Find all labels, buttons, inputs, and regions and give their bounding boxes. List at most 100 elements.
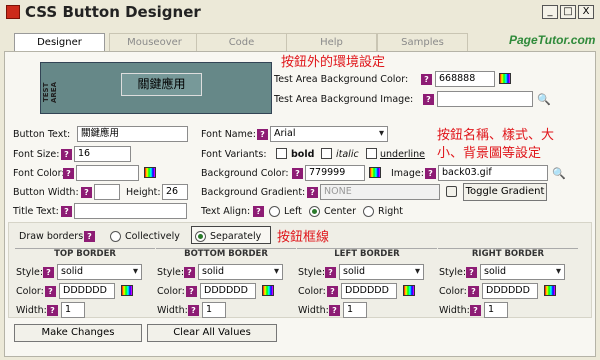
color-picker-icon[interactable]	[499, 73, 511, 84]
button-text-input[interactable]: 關鍵應用	[77, 126, 188, 142]
test-bg-color-label: Test Area Background Color:	[274, 74, 409, 85]
color-picker-icon[interactable]	[144, 167, 156, 178]
bold-checkbox[interactable]	[276, 148, 287, 159]
left-color-label: Color:	[298, 286, 326, 297]
annotation-borders: 按鈕框線	[277, 230, 330, 245]
color-picker-icon[interactable]	[403, 285, 415, 296]
help-icon[interactable]: ?	[253, 206, 264, 217]
color-picker-icon[interactable]	[262, 285, 274, 296]
help-icon[interactable]: ?	[188, 305, 199, 316]
help-icon[interactable]: ?	[468, 286, 479, 297]
help-icon[interactable]: ?	[470, 305, 481, 316]
italic-checkbox[interactable]	[321, 148, 332, 159]
help-icon[interactable]: ?	[423, 94, 434, 105]
tab-help[interactable]: Help	[286, 33, 377, 51]
test-bg-color-input[interactable]: 668888	[435, 71, 495, 87]
align-center-radio[interactable]	[309, 206, 320, 217]
color-picker-icon[interactable]	[544, 285, 556, 296]
left-style-select[interactable]: solid	[339, 264, 424, 280]
close-button[interactable]: X	[578, 5, 594, 19]
button-width-input[interactable]	[94, 184, 120, 200]
help-icon[interactable]: ?	[47, 305, 58, 316]
right-border-heading: RIGHT BORDER	[438, 248, 578, 259]
app-icon	[6, 5, 20, 19]
align-right-label: Right	[378, 206, 404, 217]
clear-all-button[interactable]: Clear All Values	[147, 324, 277, 342]
right-width-input[interactable]: 1	[484, 302, 508, 318]
help-icon[interactable]: ?	[186, 286, 197, 297]
tab-designer[interactable]: Designer	[14, 33, 105, 52]
help-icon[interactable]: ?	[421, 74, 432, 85]
separately-radio[interactable]	[195, 231, 206, 242]
help-icon[interactable]: ?	[61, 149, 72, 160]
right-style-select[interactable]: solid	[480, 264, 565, 280]
right-color-input[interactable]: DDDDDD	[482, 283, 538, 299]
help-icon[interactable]: ?	[292, 168, 303, 179]
height-input[interactable]: 26	[162, 184, 188, 200]
title-bar: CSS Button Designer _ □ X	[0, 0, 600, 26]
help-icon[interactable]: ?	[307, 187, 318, 198]
collectively-radio[interactable]	[110, 231, 121, 242]
test-bg-image-input[interactable]	[437, 91, 533, 107]
test-bg-image-label: Test Area Background Image:	[274, 94, 414, 105]
help-icon[interactable]: ?	[327, 286, 338, 297]
help-icon[interactable]: ?	[63, 168, 74, 179]
gradient-swatch-icon[interactable]	[446, 186, 457, 197]
tab-samples[interactable]: Samples	[377, 33, 468, 51]
underline-checkbox[interactable]	[366, 148, 377, 159]
help-icon[interactable]: ?	[43, 267, 54, 278]
bg-gradient-input: NONE	[320, 184, 440, 200]
help-icon[interactable]: ?	[329, 305, 340, 316]
help-icon[interactable]: ?	[184, 267, 195, 278]
font-variants-label: Font Variants:	[201, 149, 267, 160]
tab-code[interactable]: Code	[196, 33, 287, 51]
image-picker-icon[interactable]: 🔍	[537, 94, 551, 105]
minimize-button[interactable]: _	[542, 5, 558, 19]
image-picker-icon[interactable]: 🔍	[552, 168, 566, 179]
top-border-heading: TOP BORDER	[15, 248, 155, 259]
left-border-heading: LEFT BORDER	[297, 248, 437, 259]
toggle-gradient-button[interactable]: Toggle Gradient	[463, 183, 547, 201]
bg-color-input[interactable]: 779999	[305, 165, 365, 181]
font-size-input[interactable]: 16	[74, 146, 131, 162]
color-picker-icon[interactable]	[121, 285, 133, 296]
top-style-label: Style:	[16, 267, 44, 278]
brand-logo[interactable]: PageTutor.com	[509, 33, 595, 47]
help-icon[interactable]: ?	[257, 129, 268, 140]
font-color-label: Font Color:	[13, 168, 65, 179]
image-label: Image:	[391, 168, 424, 179]
font-name-select[interactable]: Arial	[270, 126, 388, 142]
color-picker-icon[interactable]	[369, 167, 381, 178]
tab-mouseover[interactable]: Mouseover	[109, 33, 200, 51]
bottom-style-select[interactable]: solid	[198, 264, 283, 280]
bottom-width-input[interactable]: 1	[202, 302, 226, 318]
bg-color-label: Background Color:	[201, 168, 289, 179]
top-style-select[interactable]: solid	[57, 264, 142, 280]
align-left-radio[interactable]	[269, 206, 280, 217]
help-icon[interactable]: ?	[466, 267, 477, 278]
bottom-color-input[interactable]: DDDDDD	[200, 283, 256, 299]
font-color-input[interactable]	[76, 165, 139, 181]
top-width-input[interactable]: 1	[61, 302, 85, 318]
image-input[interactable]: back03.gif	[438, 165, 548, 181]
help-icon[interactable]: ?	[81, 187, 92, 198]
title-text-input[interactable]	[74, 203, 187, 219]
separately-label: Separately	[210, 231, 262, 242]
maximize-button[interactable]: □	[560, 5, 576, 19]
help-icon[interactable]: ?	[325, 267, 336, 278]
help-icon[interactable]: ?	[45, 286, 56, 297]
bg-gradient-label: Background Gradient:	[201, 187, 306, 198]
title-text-label: Title Text:	[13, 206, 59, 217]
top-color-input[interactable]: DDDDDD	[59, 283, 115, 299]
draw-borders-label: Draw borders:	[19, 231, 87, 242]
button-text-label: Button Text:	[13, 129, 71, 140]
make-changes-button[interactable]: Make Changes	[14, 324, 142, 342]
help-icon[interactable]: ?	[84, 231, 95, 242]
left-width-input[interactable]: 1	[343, 302, 367, 318]
right-width-label: Width:	[439, 305, 470, 316]
help-icon[interactable]: ?	[425, 168, 436, 179]
help-icon[interactable]: ?	[61, 206, 72, 217]
preview-button[interactable]: 關鍵應用	[121, 73, 202, 96]
align-right-radio[interactable]	[363, 206, 374, 217]
left-color-input[interactable]: DDDDDD	[341, 283, 397, 299]
